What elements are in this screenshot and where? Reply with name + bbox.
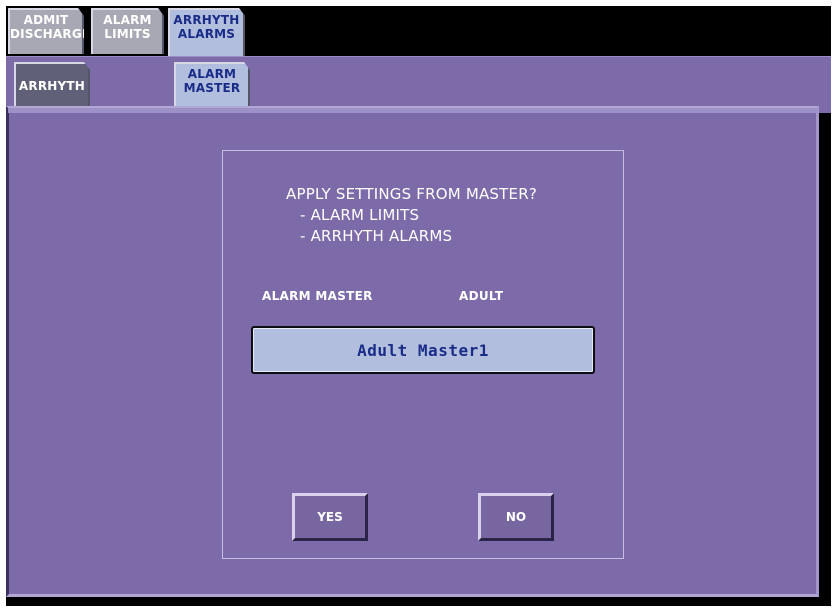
tab-label-line1: ALARM (103, 13, 152, 27)
tab-alarm-master[interactable]: ALARM MASTER (174, 62, 250, 112)
alarm-master-label: ALARM MASTER (262, 289, 373, 303)
tab-label-line1: ARRHYTH (173, 13, 240, 27)
tab-label-line1: ADMIT (23, 13, 69, 27)
no-button-label: NO (505, 510, 527, 524)
tab-label-line2: LIMITS (104, 27, 151, 41)
master-name: Adult Master1 (357, 340, 489, 360)
master-selector[interactable]: Adult Master1 (251, 326, 595, 374)
no-button[interactable]: NO (478, 493, 554, 541)
subtab-bar (6, 56, 831, 113)
tab-label-line1: ALARM (187, 67, 237, 81)
tab-alarm-limits[interactable]: ALARM LIMITS (91, 8, 164, 54)
tab-label-line2: DISCHARGE (10, 27, 91, 41)
dialog-question-block: APPLY SETTINGS FROM MASTER? - ALARM LIMI… (286, 184, 537, 247)
dialog-question: APPLY SETTINGS FROM MASTER? (286, 185, 537, 203)
panel-divider (8, 108, 817, 113)
yes-button[interactable]: YES (292, 493, 368, 541)
dialog-item-arrhyth-alarms: - ARRHYTH ALARMS (300, 227, 453, 245)
dialog-item-alarm-limits: - ALARM LIMITS (300, 206, 420, 224)
tab-admit-discharge[interactable]: ADMIT DISCHARGE (8, 8, 84, 54)
tab-arrhyth[interactable]: ARRHYTH (14, 62, 90, 106)
tab-label-line2: MASTER (183, 81, 241, 95)
patient-type-label: ADULT (459, 289, 504, 303)
tab-arrhyth-alarms[interactable]: ARRHYTH ALARMS (168, 8, 245, 58)
tab-label-line2: ALARMS (177, 27, 236, 41)
yes-button-label: YES (317, 510, 343, 524)
tab-label: ARRHYTH (18, 79, 86, 93)
